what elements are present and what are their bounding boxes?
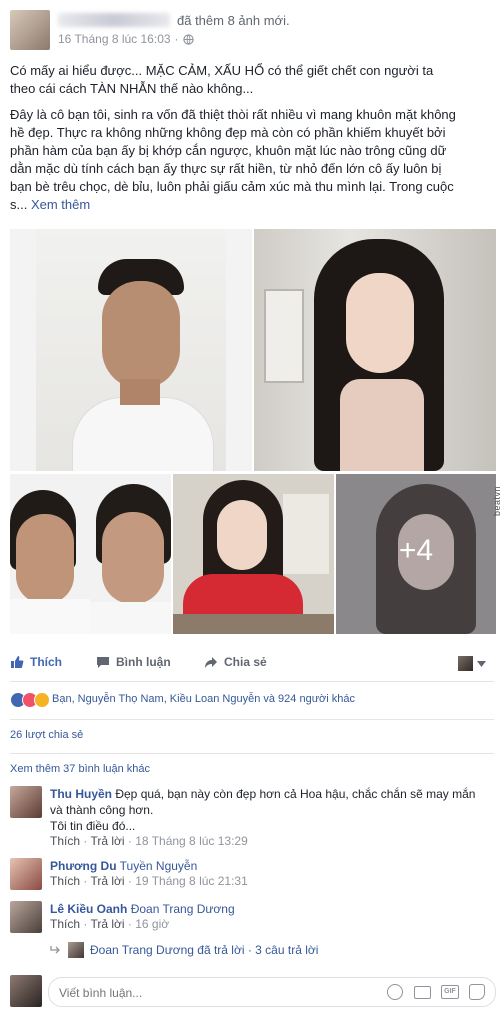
comment-item: Lê Kiều Oanh Đoan Trang Dương Thích · Tr… bbox=[50, 901, 490, 931]
post-line: dằn mặc dù tính cách bạn ấy thực sự rất … bbox=[10, 161, 442, 176]
comment-reply-link[interactable]: Trả lời bbox=[90, 834, 124, 848]
thumbs-up-icon bbox=[11, 656, 24, 668]
like-button[interactable]: Thích bbox=[10, 655, 62, 669]
timestamp-text[interactable]: 16 Tháng 8 lúc 16:03 bbox=[58, 32, 171, 46]
post-options-chevron[interactable] bbox=[482, 14, 492, 24]
commenter-avatar[interactable] bbox=[10, 858, 42, 890]
wow-reaction-icon bbox=[34, 692, 50, 708]
comment-button[interactable]: Bình luận bbox=[96, 655, 171, 669]
see-more-link[interactable]: Xem thêm bbox=[31, 197, 90, 212]
comment-like-link[interactable]: Thích bbox=[50, 917, 80, 931]
author-avatar[interactable] bbox=[10, 10, 50, 50]
share-label: Chia sẻ bbox=[224, 655, 267, 669]
globe-icon bbox=[182, 33, 194, 45]
replies-text[interactable]: Đoan Trang Dương đã trả lời · 3 câu trả … bbox=[90, 943, 318, 957]
comment-text: Tôi tin điều đó... bbox=[50, 819, 136, 833]
replies-summary[interactable]: Đoan Trang Dương đã trả lời · 3 câu trả … bbox=[50, 942, 318, 958]
post-action-text: đã thêm 8 ảnh mới. bbox=[177, 13, 290, 28]
post-line: hề đẹp. Thực ra không những không đẹp mà… bbox=[10, 125, 446, 140]
comment-like-link[interactable]: Thích bbox=[50, 874, 80, 888]
reaction-icons[interactable] bbox=[10, 692, 58, 708]
photo-4-red-dress[interactable] bbox=[173, 474, 334, 634]
separator-dot: · bbox=[174, 32, 179, 46]
author-name-blurred[interactable] bbox=[58, 13, 170, 27]
comment-input[interactable] bbox=[57, 983, 381, 1003]
comment-reply-link[interactable]: Trả lời bbox=[90, 874, 124, 888]
post-line: phần hàm của bạn ấy bị khớp cắn ngược, k… bbox=[10, 143, 447, 158]
photo-1-before[interactable] bbox=[10, 229, 252, 471]
tagged-user[interactable]: Đoan Trang Dương bbox=[131, 902, 235, 916]
photo-3-profile[interactable] bbox=[10, 474, 171, 634]
reactions-summary[interactable]: Bạn, Nguyễn Thọ Nam, Kiều Loan Nguyễn và… bbox=[52, 693, 355, 705]
photo-5-more[interactable]: +4 bbox=[336, 474, 496, 634]
post-as-selector[interactable] bbox=[458, 656, 486, 671]
share-arrow-icon bbox=[205, 657, 217, 668]
comment-text: và thành công hơn. bbox=[50, 803, 154, 817]
post-line-last: s... Xem thêm bbox=[10, 196, 496, 214]
comment-meta: Thích · Trả lời · 18 Tháng 8 lúc 13:29 bbox=[50, 834, 248, 848]
comment-meta: Thích · Trả lời · 19 Tháng 8 lúc 21:31 bbox=[50, 874, 248, 888]
divider bbox=[10, 753, 494, 754]
comment-bubble-icon bbox=[97, 657, 109, 668]
post-line: bạn bè trêu chọc, dè bỉu, luôn phải giấu… bbox=[10, 179, 454, 194]
comment-time[interactable]: 19 Tháng 8 lúc 21:31 bbox=[135, 874, 248, 888]
emoji-icon[interactable] bbox=[387, 984, 403, 1000]
post-line: theo cái cách TÀN NHẪN thế nào không... bbox=[10, 81, 254, 96]
commenter-name[interactable]: Phương Du bbox=[50, 859, 117, 873]
replier-avatar bbox=[68, 942, 84, 958]
commenter-name[interactable]: Thu Huyền bbox=[50, 787, 112, 801]
commenter-avatar[interactable] bbox=[10, 786, 42, 818]
gif-icon[interactable]: GIF bbox=[441, 985, 459, 999]
divider bbox=[10, 719, 494, 720]
comment-time[interactable]: 18 Tháng 8 lúc 13:29 bbox=[135, 834, 248, 848]
watermark-text: beatvn bbox=[492, 486, 502, 517]
comment-composer[interactable]: GIF bbox=[48, 977, 496, 1007]
photo-2-after[interactable] bbox=[254, 229, 496, 471]
post-line: Có mấy ai hiểu được... MẶC CẢM, XẤU HỔ c… bbox=[10, 63, 434, 78]
post-text: Có mấy ai hiểu được... MẶC CẢM, XẤU HỔ c… bbox=[10, 62, 496, 214]
commenter-avatar[interactable] bbox=[10, 901, 42, 933]
comment-time[interactable]: 16 giờ bbox=[135, 917, 169, 931]
comment-meta: Thích · Trả lời · 16 giờ bbox=[50, 917, 170, 931]
comment-like-link[interactable]: Thích bbox=[50, 834, 80, 848]
divider bbox=[10, 681, 494, 682]
current-user-avatar bbox=[10, 975, 42, 1007]
shares-count[interactable]: 26 lượt chia sẻ bbox=[10, 729, 83, 741]
truncated-text: s... bbox=[10, 197, 28, 212]
paragraph-1: Có mấy ai hiểu được... MẶC CẢM, XẤU HỔ c… bbox=[10, 62, 496, 98]
page-avatar bbox=[458, 656, 473, 671]
comment-item: Thu Huyền Đẹp quá, bạn này còn đẹp hơn c… bbox=[50, 786, 490, 848]
post-line: Đây là cô bạn tôi, sinh ra vốn đã thiệt … bbox=[10, 107, 456, 122]
comment-item: Phương Du Tuyền Nguyễn Thích · Trả lời ·… bbox=[50, 858, 490, 888]
view-more-comments[interactable]: Xem thêm 37 bình luận khác bbox=[10, 763, 150, 775]
commenter-name[interactable]: Lê Kiều Oanh bbox=[50, 902, 127, 916]
paragraph-2: Đây là cô bạn tôi, sinh ra vốn đã thiệt … bbox=[10, 106, 496, 214]
chevron-down-icon bbox=[477, 660, 486, 667]
like-label: Thích bbox=[30, 655, 62, 669]
tagged-user[interactable]: Tuyền Nguyễn bbox=[120, 859, 198, 873]
more-photos-count[interactable]: +4 bbox=[336, 534, 496, 568]
sticker-icon[interactable] bbox=[469, 984, 485, 1000]
post-timestamp[interactable]: 16 Tháng 8 lúc 16:03 · bbox=[58, 32, 194, 46]
camera-icon[interactable] bbox=[414, 986, 431, 999]
reply-arrow-icon bbox=[50, 946, 60, 954]
comment-text: Đẹp quá, bạn này còn đẹp hơn cả Hoa hậu,… bbox=[115, 787, 476, 801]
comment-label: Bình luận bbox=[116, 655, 171, 669]
comment-reply-link[interactable]: Trả lời bbox=[90, 917, 124, 931]
share-button[interactable]: Chia sẻ bbox=[204, 655, 267, 669]
